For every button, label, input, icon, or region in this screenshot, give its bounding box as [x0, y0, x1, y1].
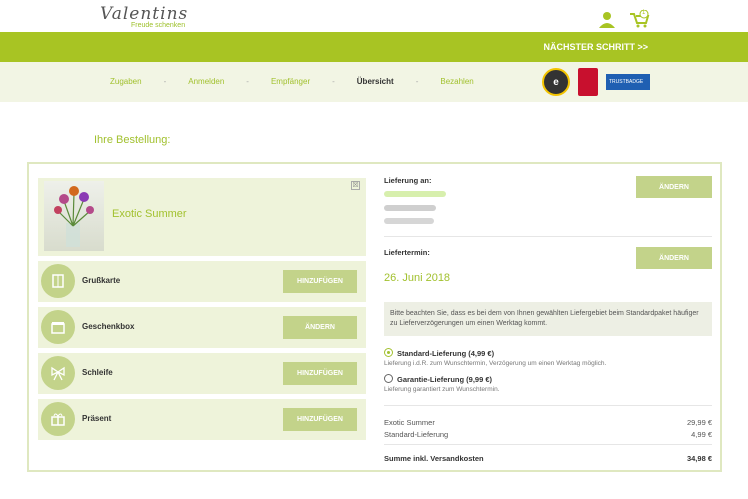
- ribbon-icon: [41, 356, 75, 390]
- progress-bar: NÄCHSTER SCHRITT >>: [0, 32, 748, 62]
- guarantee-delivery-option[interactable]: Garantie-Lieferung (9,99 €): [384, 374, 492, 384]
- order-panel: Exotic Summer ☒ Grußkarte HINZUFÜGEN Ges…: [27, 162, 722, 472]
- giftbox-icon: [41, 310, 75, 344]
- extra-row-grusskarte: Grußkarte HINZUFÜGEN: [38, 261, 366, 302]
- remove-product-icon[interactable]: ☒: [351, 181, 360, 190]
- total-value: 34,98 €: [686, 454, 712, 463]
- step-separator: -: [246, 77, 249, 86]
- standard-delivery-radio[interactable]: [384, 348, 393, 357]
- product-image: [44, 181, 104, 251]
- standard-delivery-option[interactable]: Standard-Lieferung (4,99 €): [384, 348, 494, 358]
- step-separator: -: [163, 77, 167, 86]
- step-separator: -: [415, 77, 419, 86]
- step-empfaenger[interactable]: Empfänger: [271, 77, 310, 86]
- cart-count-badge: 1: [642, 10, 646, 16]
- step-separator: -: [332, 77, 335, 86]
- next-step-button[interactable]: NÄCHSTER SCHRITT >>: [543, 42, 648, 52]
- delivery-notice: Bitte beachten Sie, dass es bei dem von …: [384, 302, 712, 336]
- extra-row-praesent: Präsent HINZUFÜGEN: [38, 399, 366, 440]
- address-line-redacted: [384, 205, 436, 211]
- divider: [384, 236, 712, 237]
- extra-label: Geschenkbox: [82, 322, 135, 331]
- summary-label: Exotic Summer: [384, 418, 435, 427]
- brand-tagline: Freude schenken: [131, 22, 186, 29]
- summary-value: 4,99 €: [691, 430, 712, 439]
- divider: [384, 444, 712, 445]
- guarantee-delivery-label: Garantie-Lieferung (9,99 €): [397, 375, 493, 384]
- guarantee-delivery-note: Lieferung garantiert zum Wunschtermin.: [384, 386, 500, 393]
- step-zugaben[interactable]: Zugaben: [110, 77, 142, 86]
- account-icon[interactable]: [596, 10, 618, 28]
- card-icon: [41, 264, 75, 298]
- extra-row-schleife: Schleife HINZUFÜGEN: [38, 353, 366, 394]
- checkout-steps-nav: Zugaben - Anmelden - Empfänger - Übersic…: [0, 62, 748, 102]
- cart-icon[interactable]: 1: [628, 9, 650, 28]
- divider: [384, 405, 712, 406]
- add-present-button[interactable]: HINZUFÜGEN: [283, 408, 357, 431]
- delivery-address-label: Lieferung an:: [384, 176, 432, 185]
- brand-logo[interactable]: Valentins Freude schenken: [100, 4, 189, 29]
- delivery-date-label: Liefertermin:: [384, 248, 430, 257]
- step-uebersicht: Übersicht: [356, 77, 394, 86]
- brand-name: Valentins: [100, 4, 189, 24]
- summary-label: Standard-Lieferung: [384, 430, 449, 439]
- product-card: Exotic Summer ☒: [38, 178, 366, 256]
- trusted-shops-badge[interactable]: e: [542, 68, 570, 96]
- step-bezahlen[interactable]: Bezahlen: [440, 77, 473, 86]
- trust-badge[interactable]: TRUSTBADGE: [606, 74, 650, 90]
- top-bar: Valentins Freude schenken 1: [0, 0, 748, 32]
- standard-delivery-label: Standard-Lieferung (4,99 €): [397, 349, 495, 358]
- certificate-badge[interactable]: [578, 68, 598, 96]
- standard-delivery-note: Lieferung i.d.R. zum Wunschtermin, Verzö…: [384, 360, 607, 367]
- change-date-button[interactable]: ÄNDERN: [636, 247, 712, 269]
- extra-label: Grußkarte: [82, 276, 121, 285]
- change-address-button[interactable]: ÄNDERN: [636, 176, 712, 198]
- address-line-redacted: [384, 191, 446, 197]
- order-items: Exotic Summer ☒ Grußkarte HINZUFÜGEN Ges…: [38, 178, 366, 440]
- summary-row: Exotic Summer 29,99 €: [384, 418, 712, 427]
- add-card-button[interactable]: HINZUFÜGEN: [283, 270, 357, 293]
- extra-row-geschenkbox: Geschenkbox ÄNDERN: [38, 307, 366, 348]
- product-name: Exotic Summer: [112, 208, 187, 220]
- summary-row: Standard-Lieferung 4,99 €: [384, 430, 712, 439]
- change-giftbox-button[interactable]: ÄNDERN: [283, 316, 357, 339]
- address-line-redacted: [384, 218, 434, 224]
- extra-label: Schleife: [82, 368, 113, 377]
- extra-label: Präsent: [82, 414, 112, 423]
- summary-total-row: Summe inkl. Versandkosten 34,98 €: [384, 454, 712, 463]
- add-ribbon-button[interactable]: HINZUFÜGEN: [283, 362, 357, 385]
- present-icon: [41, 402, 75, 436]
- summary-value: 29,99 €: [686, 418, 712, 427]
- order-heading: Ihre Bestellung:: [94, 134, 171, 146]
- guarantee-delivery-radio[interactable]: [384, 374, 393, 383]
- total-label: Summe inkl. Versandkosten: [384, 454, 484, 463]
- delivery-date: 26. Juni 2018: [384, 272, 451, 284]
- step-anmelden[interactable]: Anmelden: [188, 77, 224, 86]
